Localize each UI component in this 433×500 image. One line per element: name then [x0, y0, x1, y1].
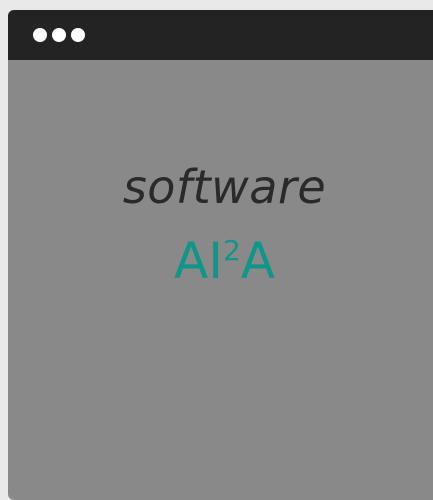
window-control-dot-3[interactable]: [71, 28, 85, 42]
window-control-dot-1[interactable]: [33, 28, 47, 42]
brand-superscript: 2: [222, 234, 241, 267]
app-window: software AI2A: [8, 10, 433, 500]
window-content: software AI2A: [8, 60, 433, 500]
window-controls: [33, 28, 85, 42]
window-titlebar[interactable]: [8, 10, 433, 60]
brand-logo-text: AI2A: [8, 236, 433, 286]
brand-tail: A: [240, 232, 275, 290]
window-control-dot-2[interactable]: [52, 28, 66, 42]
software-label: software: [122, 160, 327, 214]
brand-base: AI: [174, 232, 223, 290]
